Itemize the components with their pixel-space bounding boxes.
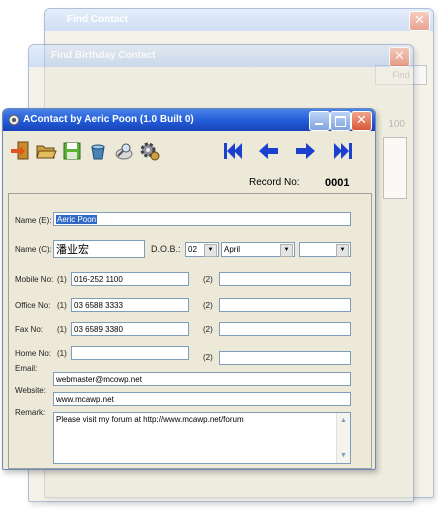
fax2-field[interactable] [219, 322, 351, 336]
settings-gear-icon[interactable] [139, 140, 161, 162]
search-magnifier-icon[interactable] [113, 140, 135, 162]
find-birthday-titlebar: Find Birthday Contact ✕ [29, 45, 413, 67]
last-record-icon[interactable] [331, 140, 355, 162]
toolbar [3, 132, 375, 172]
office2-field[interactable] [219, 298, 351, 312]
chevron-down-icon[interactable]: ▼ [280, 244, 293, 257]
mobile-slot1-label: (1) [57, 275, 67, 284]
birthday-result-box [383, 137, 407, 199]
website-label: Website: [15, 386, 46, 395]
remark-scrollbar[interactable]: ▲ ▼ [336, 413, 350, 463]
name-e-field[interactable]: Aeric Poon [53, 212, 351, 226]
record-number-value: 0001 [325, 177, 350, 189]
remark-text: Please visit my forum at http://www.mcaw… [56, 415, 244, 424]
website-field[interactable]: www.mcawp.net [53, 392, 351, 406]
minimize-icon[interactable] [309, 111, 330, 131]
mobile-label: Mobile No: [15, 275, 54, 284]
chevron-down-icon[interactable]: ▼ [204, 244, 217, 257]
home-label: Home No: [15, 349, 52, 358]
scroll-down-icon[interactable]: ▼ [338, 450, 349, 461]
find-contact-title: Find Contact [67, 14, 129, 25]
contact-form: Name (E): Aeric Poon Name (C): 潘业宏 D.O.B… [8, 193, 372, 469]
previous-record-icon[interactable] [257, 140, 281, 162]
chevron-down-icon[interactable]: ▼ [336, 244, 349, 257]
open-folder-icon[interactable] [35, 140, 57, 162]
email-label: Email: [15, 364, 38, 373]
office-label: Office No: [15, 301, 51, 310]
dob-month-select[interactable]: April ▼ [221, 242, 295, 257]
email-field[interactable]: webmaster@mcowp.net [53, 372, 351, 386]
name-c-field[interactable]: 潘业宏 [53, 240, 145, 258]
delete-bucket-icon[interactable] [87, 140, 109, 162]
first-record-icon[interactable] [221, 140, 245, 162]
mobile2-field[interactable] [219, 272, 351, 286]
main-window: AContact by Aeric Poon (1.0 Built 0) ✕ R… [2, 108, 376, 470]
find-contact-titlebar: Find Contact ✕ [45, 9, 433, 31]
home1-field[interactable] [71, 346, 189, 360]
main-titlebar: AContact by Aeric Poon (1.0 Built 0) ✕ [3, 109, 375, 131]
dob-month-value: April [224, 245, 241, 254]
remark-memo[interactable]: Please visit my forum at http://www.mcaw… [53, 412, 351, 464]
fax-label: Fax No: [15, 325, 44, 334]
save-icon[interactable] [61, 140, 83, 162]
fax-slot1-label: (1) [57, 325, 67, 334]
office-slot2-label: (2) [203, 301, 213, 310]
dob-label: D.O.B.: [151, 244, 181, 254]
name-e-label: Name (E): [15, 216, 52, 225]
home-slot1-label: (1) [57, 349, 67, 358]
mobile1-field[interactable]: 016-252 1100 [71, 272, 189, 286]
close-icon[interactable]: ✕ [351, 111, 372, 131]
remark-label: Remark: [15, 408, 46, 417]
office1-field[interactable]: 03 6588 3333 [71, 298, 189, 312]
close-icon[interactable]: ✕ [389, 47, 410, 67]
find-birthday-title: Find Birthday Contact [51, 50, 156, 61]
office-slot1-label: (1) [57, 301, 67, 310]
birthday-hint: 100 [388, 119, 405, 130]
name-c-label: Name (C): [15, 245, 52, 254]
fax-slot2-label: (2) [203, 325, 213, 334]
dob-year-select[interactable]: ▼ [299, 242, 351, 257]
close-icon[interactable]: ✕ [409, 11, 430, 31]
main-title: AContact by Aeric Poon (1.0 Built 0) [23, 114, 194, 125]
name-e-value: Aeric Poon [56, 215, 98, 224]
fax1-field[interactable]: 03 6589 3380 [71, 322, 189, 336]
record-number-label: Record No: [249, 177, 300, 188]
scroll-up-icon[interactable]: ▲ [338, 415, 349, 426]
dob-day-select[interactable]: 02 ▼ [185, 242, 219, 257]
exit-icon[interactable] [9, 140, 31, 162]
mobile-slot2-label: (2) [203, 275, 213, 284]
home2-field[interactable] [219, 351, 351, 365]
app-icon [8, 114, 20, 126]
next-record-icon[interactable] [293, 140, 317, 162]
dob-day-value: 02 [188, 245, 197, 254]
maximize-icon[interactable] [330, 111, 351, 131]
home-slot2-label: (2) [203, 353, 213, 362]
